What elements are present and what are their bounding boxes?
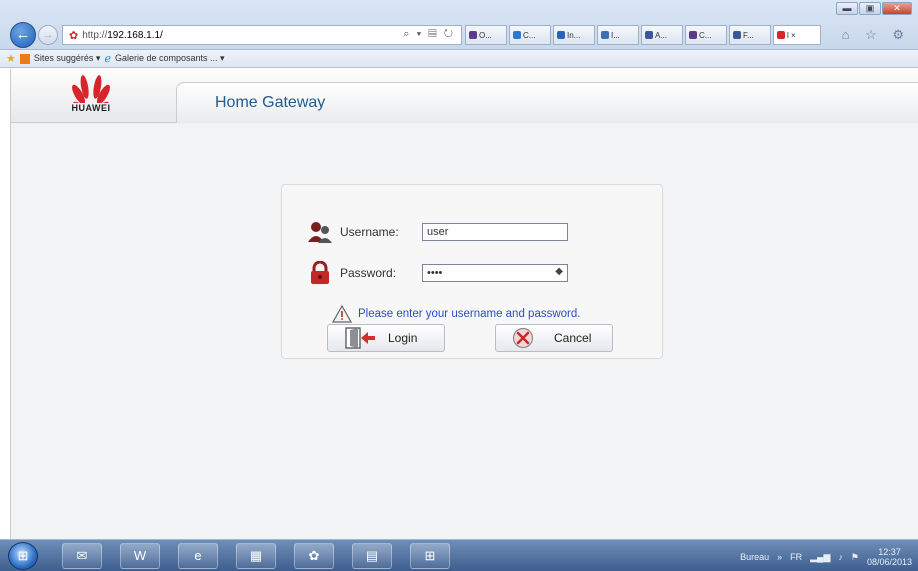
word-app-icon[interactable]: W — [120, 543, 160, 569]
cancel-button[interactable]: Cancel — [495, 324, 613, 352]
forward-button[interactable]: → — [38, 25, 58, 45]
clock[interactable]: 12:37 08/06/2013 — [867, 547, 912, 567]
tab-label: In... — [567, 30, 581, 40]
gallery-link[interactable]: Galerie de composants ... ▾ — [115, 53, 225, 64]
tab-favicon-icon — [777, 31, 785, 39]
password-reveal-icon[interactable]: ◆ — [555, 266, 563, 277]
windows-taskbar: ⊞ ✉ We ▦ ✿ ▤ ⊞ Bureau » FR ▂▄▆ ♪ ⚑ 12:37 08/0… — [0, 539, 918, 571]
username-label: Username: — [340, 225, 399, 239]
cancel-button-label: Cancel — [554, 331, 592, 345]
password-label: Password: — [340, 266, 397, 280]
username-row: Username: — [308, 221, 568, 243]
browser-tab[interactable]: In... — [553, 25, 595, 45]
cancel-x-icon — [512, 327, 534, 349]
back-button[interactable]: ← — [10, 22, 36, 48]
login-door-icon — [345, 327, 375, 349]
username-input[interactable] — [422, 223, 568, 241]
header-tab: Home Gateway — [176, 82, 918, 123]
tab-favicon-icon — [601, 31, 609, 39]
tab-label: A... — [655, 30, 668, 40]
tab-label: I... — [611, 30, 620, 40]
ie-app-icon[interactable]: e — [178, 543, 218, 569]
browser-titlebar: ▬ ▣ ✕ ← → ✿ http:// 192.168.1.1/ ⌕ ▾ ▤ ↻… — [0, 0, 918, 50]
huawei-logo: HUAWEI — [11, 73, 171, 123]
suggested-sites-link[interactable]: Sites suggérés ▾ — [34, 53, 101, 64]
browser-tab[interactable]: l × — [773, 25, 821, 45]
dlink-app-icon[interactable]: ▤ — [352, 543, 392, 569]
brand-name: HUAWEI — [71, 103, 111, 113]
warning-message: Please enter your username and password. — [332, 305, 580, 323]
login-button[interactable]: Login — [327, 324, 445, 352]
url-host: 192.168.1.1/ — [107, 29, 163, 41]
language-indicator[interactable]: FR — [790, 552, 802, 562]
page-title: Home Gateway — [215, 94, 326, 111]
tray-chevron-icon[interactable]: » — [777, 552, 782, 562]
password-input[interactable] — [422, 264, 568, 282]
tray-desktop-label[interactable]: Bureau — [740, 552, 769, 562]
browser-tabs: O... C... In... I... A... C... F... l × — [465, 25, 821, 45]
tab-label: F... — [743, 30, 754, 40]
address-bar-icons[interactable]: ⌕ ▾ ▤ ↻ — [403, 28, 455, 41]
favorites-star-icon[interactable]: ★ — [6, 52, 16, 65]
browser-tab[interactable]: A... — [641, 25, 683, 45]
users-icon — [308, 222, 332, 243]
tab-label: O... — [479, 30, 492, 40]
url-prefix: http:// — [82, 29, 108, 41]
web-page: HUAWEI Home Gateway Username: user Passw… — [10, 69, 918, 539]
tab-favicon-icon — [645, 31, 653, 39]
tab-label: C... — [523, 30, 536, 40]
browser-tab[interactable]: C... — [509, 25, 551, 45]
warning-icon — [332, 305, 352, 323]
browser-tab[interactable]: C... — [685, 25, 727, 45]
favorites-bar: ★ Sites suggérés ▾ ℯ Galerie de composan… — [0, 50, 918, 68]
clock-date: 08/06/2013 — [866, 557, 912, 567]
huawei-flower-icon — [72, 75, 110, 103]
volume-icon[interactable]: ♪ — [838, 552, 843, 562]
warning-text: Please enter your username and password. — [358, 308, 581, 320]
browser-tab[interactable]: F... — [729, 25, 771, 45]
address-bar[interactable]: ✿ http:// 192.168.1.1/ ⌕ ▾ ▤ ↻ — [62, 25, 462, 45]
browser-tab[interactable]: I... — [597, 25, 639, 45]
minimize-button[interactable]: ▬ — [836, 2, 858, 15]
toolbar-icons[interactable]: ⌂ ☆ ⚙ — [842, 27, 910, 43]
tab-favicon-icon — [689, 31, 697, 39]
network-icon[interactable]: ▂▄▆ — [810, 552, 830, 563]
clock-time: 12:37 — [878, 547, 901, 557]
site-favicon-icon: ✿ — [69, 29, 79, 42]
page-header: HUAWEI Home Gateway — [11, 69, 918, 123]
login-content: Username: Password: ◆ — [11, 124, 918, 539]
web-slice-icon: ℯ — [104, 53, 111, 65]
browser-tab[interactable]: O... — [465, 25, 507, 45]
password-row: Password: ◆ — [308, 261, 568, 285]
password-wrapper: ◆ — [422, 264, 568, 282]
tab-favicon-icon — [733, 31, 741, 39]
maximize-button[interactable]: ▣ — [859, 2, 881, 15]
system-tray: Bureau » FR ▂▄▆ ♪ ⚑ 12:37 08/06/2013 — [740, 547, 912, 567]
tab-favicon-icon — [557, 31, 565, 39]
close-button[interactable]: ✕ — [882, 2, 912, 15]
action-center-icon[interactable]: ⚑ — [851, 552, 859, 563]
tab-label: C... — [699, 30, 712, 40]
explorer-app-icon[interactable]: ⊞ — [410, 543, 450, 569]
window-controls: ▬ ▣ ✕ — [836, 2, 912, 15]
mail-app-icon[interactable]: ✉ — [62, 543, 102, 569]
suggested-sites-icon — [19, 53, 30, 64]
tab-label: l × — [787, 30, 796, 40]
start-button[interactable]: ⊞ — [8, 542, 38, 570]
login-button-label: Login — [388, 331, 418, 345]
paint-app-icon[interactable]: ✿ — [294, 543, 334, 569]
tab-favicon-icon — [513, 31, 521, 39]
calculator-app-icon[interactable]: ▦ — [236, 543, 276, 569]
lock-icon — [311, 261, 329, 284]
tab-favicon-icon — [469, 31, 477, 39]
